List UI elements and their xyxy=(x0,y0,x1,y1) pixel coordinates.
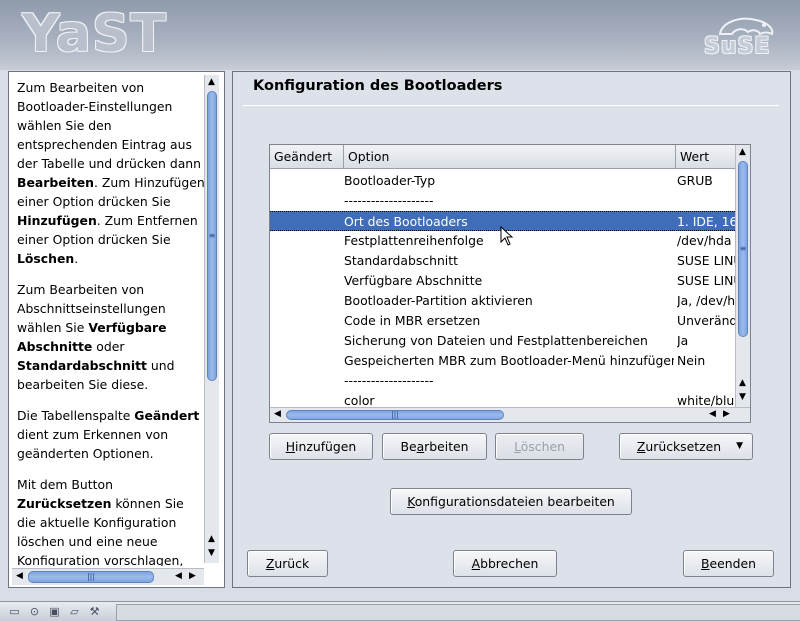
scroll-left-icon[interactable]: ◀ xyxy=(271,408,284,421)
cell-option: Gespeicherten MBR zum Bootloader-Menü hi… xyxy=(344,353,674,368)
cell-value: SUSE LINU xyxy=(677,253,735,268)
chevron-down-icon: ▼ xyxy=(736,441,743,451)
scroll-right-icon[interactable]: ▶ xyxy=(720,408,733,421)
cell-option: Bootloader-Partition aktivieren xyxy=(344,293,533,308)
cell-option: Bootloader-Typ xyxy=(344,173,436,188)
table-row[interactable]: Bootloader-Partition aktivieren Ja, /dev/… xyxy=(270,291,735,311)
scroll-up-icon[interactable]: ▲ xyxy=(736,377,749,390)
help-vertical-scrollbar[interactable]: ▲ ≡ ▲ ▼ xyxy=(204,75,219,563)
scroll-down-icon[interactable]: ▼ xyxy=(736,391,749,404)
title-separator xyxy=(243,105,779,106)
cell-value: /dev/hda xyxy=(677,233,732,248)
cell-value: Ja, /dev/hd xyxy=(677,293,735,308)
edit-config-files-button[interactable]: Konfigurationsdateien bearbeiten xyxy=(390,488,632,515)
reset-button[interactable]: Zurücksetzen ▼ xyxy=(619,433,753,460)
suse-wordmark: SuSE xyxy=(704,34,771,59)
help-paragraph: Zum Bearbeiten von Abschnittseinstellung… xyxy=(17,282,175,392)
scroll-right-icon[interactable]: ▶ xyxy=(186,570,199,583)
table-horizontal-scrollbar[interactable]: ◀ ||| ◀ ▶ xyxy=(270,407,750,422)
cancel-button[interactable]: Abbrechen xyxy=(453,550,557,577)
cell-value: SUSE LINU xyxy=(677,273,735,288)
add-button-label: inzufügen xyxy=(295,439,357,454)
cell-value: Unveränd xyxy=(677,313,735,328)
help-paragraph: Zum Bearbeiten von Bootloader-Einstellun… xyxy=(17,80,205,266)
table-row[interactable]: Standardabschnitt SUSE LINU xyxy=(270,251,735,271)
yast-header: YaST SuSE xyxy=(0,0,800,70)
cell-value: 1. IDE, 16 xyxy=(677,214,735,229)
column-header-value[interactable]: Wert xyxy=(676,145,736,169)
help-paragraph: Die Tabellenspalte Geändert dient zum Er… xyxy=(17,408,200,461)
scroll-left-icon[interactable]: ◀ xyxy=(172,570,185,583)
mouse-pointer-icon xyxy=(500,225,514,249)
cell-option: Standardabschnitt xyxy=(344,253,458,268)
main-panel: Konfiguration des Bootloaders Geändert O… xyxy=(232,71,791,588)
table-header: Geändert Option Wert xyxy=(270,145,735,169)
keyboard-icon[interactable]: ▭ xyxy=(8,605,21,618)
power-icon[interactable]: ⊙ xyxy=(28,605,41,618)
scroll-up-icon[interactable]: ▲ xyxy=(736,146,749,159)
help-text: Zum Bearbeiten von Bootloader-Einstellun… xyxy=(17,78,205,566)
help-paragraph: Mit dem Button Zurücksetzen können Sie d… xyxy=(17,477,184,566)
table-scroll-thumb[interactable]: ≡ xyxy=(738,161,748,337)
scroll-left-icon[interactable]: ◀ xyxy=(13,570,26,583)
table-row[interactable]: -------------------- xyxy=(270,371,735,391)
add-button[interactable]: Hinzufügen xyxy=(269,433,373,460)
cell-option: -------------------- xyxy=(344,193,434,208)
cell-option: Verfügbare Abschnitte xyxy=(344,273,483,288)
taskbar-window-area xyxy=(116,604,800,621)
table-row[interactable]: Bootloader-Typ GRUB xyxy=(270,171,735,191)
table-row[interactable]: Gespeicherten MBR zum Bootloader-Menü hi… xyxy=(270,351,735,371)
column-header-option[interactable]: Option xyxy=(344,145,676,169)
cell-option: Sicherung von Dateien und Festplattenber… xyxy=(344,333,648,348)
floppy-icon[interactable]: ▣ xyxy=(48,605,61,618)
tools-icon[interactable]: ⚒ xyxy=(88,605,101,618)
help-panel: Zum Bearbeiten von Bootloader-Einstellun… xyxy=(8,71,225,588)
finish-button[interactable]: Beenden xyxy=(683,550,774,577)
scroll-up-icon[interactable]: ▲ xyxy=(205,76,218,89)
table-vertical-scrollbar[interactable]: ▲ ≡ ▲ ▼ xyxy=(735,145,750,407)
add-button-mnemonic: H xyxy=(285,439,296,454)
suse-logo: SuSE xyxy=(700,12,780,62)
back-button[interactable]: Zurück xyxy=(247,550,328,577)
folder-icon[interactable]: ▱ xyxy=(68,605,81,618)
cell-value: GRUB xyxy=(677,173,713,188)
cell-value: Ja xyxy=(677,333,689,348)
help-hscroll-thumb[interactable]: ||| xyxy=(28,571,154,583)
delete-button: Löschen xyxy=(495,433,584,460)
table-row[interactable]: Verfügbare Abschnitte SUSE LINU xyxy=(270,271,735,291)
yast-logo: YaST xyxy=(22,4,167,64)
table-row[interactable]: Sicherung von Dateien und Festplattenber… xyxy=(270,331,735,351)
cell-option: -------------------- xyxy=(344,373,434,388)
scroll-up-icon[interactable]: ▲ xyxy=(205,533,218,546)
bootloader-options-table[interactable]: Geändert Option Wert Bootloader-Typ GRUB -… xyxy=(269,144,751,423)
cell-value: Nein xyxy=(677,353,706,368)
page-title: Konfiguration des Bootloaders xyxy=(253,78,503,94)
cell-option: Code in MBR ersetzen xyxy=(344,313,481,328)
help-scroll-thumb[interactable]: ≡ xyxy=(207,91,217,381)
table-row[interactable]: -------------------- xyxy=(270,191,735,211)
edit-button[interactable]: Bearbeiten xyxy=(382,433,487,460)
taskbar: ▭ ⊙ ▣ ▱ ⚒ xyxy=(0,601,800,621)
table-row[interactable]: Code in MBR ersetzen Unveränd xyxy=(270,311,735,331)
column-header-changed[interactable]: Geändert xyxy=(270,145,344,169)
help-horizontal-scrollbar[interactable]: ◀ ||| ◀ ▶ xyxy=(12,568,204,585)
scroll-left-icon[interactable]: ◀ xyxy=(706,408,719,421)
scroll-down-icon[interactable]: ▼ xyxy=(205,547,218,560)
table-hscroll-thumb[interactable]: ||| xyxy=(286,410,504,420)
